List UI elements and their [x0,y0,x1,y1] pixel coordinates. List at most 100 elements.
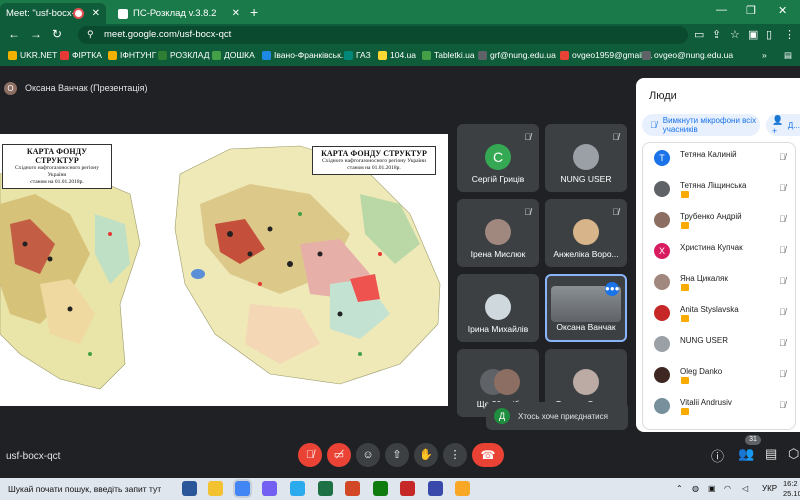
new-tab-icon[interactable]: + [250,4,258,20]
more-bookmarks-icon[interactable]: » [762,50,767,60]
reload-icon[interactable]: ↻ [52,27,62,41]
app-tray-icon[interactable]: ▣ [708,484,716,493]
maximize-icon[interactable]: ❐ [746,4,756,17]
bookmark[interactable]: ovgeo@nung.edu.ua [642,50,733,60]
app-icon[interactable] [400,481,415,496]
participant-name: NUNG USER [560,174,612,184]
language-indicator[interactable]: УКР [762,484,777,493]
bookmark[interactable]: 104.ua [378,50,416,60]
presentation-slide[interactable]: КАРТА ФОНДУ СТРУКТУР Східного нафтогазон… [0,134,448,406]
sidebar-icon[interactable]: ▯ [766,28,772,41]
mic-off-icon[interactable]: 🎙̸ [779,245,786,255]
all-bookmarks-icon[interactable]: ▤ [784,50,792,61]
viber-icon[interactable] [262,481,277,496]
emoji-button[interactable]: ☺ [356,443,380,467]
info-icon[interactable]: ⓘ [711,446,724,465]
site-info-icon[interactable]: ⚲ [87,29,94,40]
participant-tile[interactable]: 🎙̸ Ірена Мислюк [457,199,539,267]
participant-name: Ірина Михайлів [467,324,529,334]
leave-call-button[interactable]: ☎ [472,443,504,467]
participant-tile[interactable]: Ірина Михайлів [457,274,539,342]
file-explorer-icon[interactable] [208,481,223,496]
close-icon[interactable]: ✕ [92,8,100,19]
bookmark[interactable]: UKR.NET [8,50,57,60]
participant-tile[interactable]: 🎙̸ Анжеліка Воро... [545,199,627,267]
more-options-button[interactable]: ⋮ [443,443,467,467]
mic-off-icon[interactable]: 🎙̸ [779,152,786,162]
add-people-button[interactable]: 👤+ Д... [766,114,800,136]
participant-tile[interactable]: 🎙̸ NUNG USER [545,124,627,192]
list-item[interactable]: Х Христина Купчак 🎙̸ [643,238,795,264]
participant-tile[interactable]: 🎙̸ С Сергій Гриців [457,124,539,192]
tab-meet[interactable]: Meet: "usf-bocx-qct" ✕ [0,3,106,24]
bookmark[interactable]: ГАЗ [344,50,371,60]
bookmark[interactable]: ovgeo1959@gmail.... [560,50,652,60]
list-item[interactable]: Трубенко Андрій 🎙̸ [643,207,795,233]
tab-schedule[interactable]: ПС-Розклад v.3.8.2 ✕ [112,3,246,24]
participant-list: Т Тетяна Калиній 🎙̸ Тетяна Ліщинська 🎙̸ … [642,142,796,430]
minimize-icon[interactable]: — [716,4,727,16]
app-icon[interactable] [373,481,388,496]
powerpoint-icon[interactable] [345,481,360,496]
participant-tile-active-speaker[interactable]: ●●● Оксана Ванчак [545,274,627,342]
wifi-icon[interactable]: ◠ [724,484,731,493]
raise-hand-button[interactable]: ✋ [414,443,438,467]
list-item[interactable]: Oleg Danko 🎙̸ [643,362,795,388]
bookmark[interactable]: ДОШКА [212,50,255,60]
mute-all-button[interactable]: 🎙̸ Вимкнути мікрофони всіх учасників [642,114,760,136]
mic-off-icon[interactable]: 🎙̸ [779,369,786,379]
list-item[interactable]: Anita Styslavska 🎙̸ [643,300,795,326]
mic-off-icon[interactable]: 🎙̸ [779,400,786,410]
bookmark[interactable]: ФІРТКА [60,50,102,60]
star-icon[interactable]: ☆ [730,28,740,41]
bookmark[interactable]: Івано-Франківськ... [262,50,348,60]
word-icon[interactable] [182,481,197,496]
back-icon[interactable]: ← [8,27,20,41]
join-request-toast[interactable]: Д Хтось хоче приєднатися [486,402,628,430]
forward-icon[interactable]: → [30,27,42,41]
list-item[interactable]: Т Тетяна Калиній 🎙̸ [643,145,795,171]
present-button[interactable]: ⇧ [385,443,409,467]
bookmark[interactable]: grf@nung.edu.ua [478,50,556,60]
activities-icon[interactable]: ⬡ [788,446,799,462]
people-panel: Люди 🎙̸ Вимкнути мікрофони всіх учасникі… [636,78,800,432]
hangup-icon: ☎ [480,448,496,462]
camera-toggle-button[interactable]: ▭̸ [327,443,351,467]
list-item[interactable]: Тетяна Ліщинська 🎙̸ [643,176,795,202]
app-icon[interactable] [455,481,470,496]
excel-icon[interactable] [318,481,333,496]
telegram-icon[interactable] [290,481,305,496]
url-field[interactable]: ⚲ meet.google.com/usf-bocx-qct [78,26,688,44]
app-icon[interactable] [428,481,443,496]
close-icon[interactable]: ✕ [232,8,240,19]
participant-name: Христина Купчак [680,243,743,252]
mic-off-icon[interactable]: 🎙̸ [779,338,786,348]
chat-icon[interactable]: ▤ [765,446,777,462]
window-close-icon[interactable]: ✕ [778,4,787,17]
clock[interactable]: 16:2 25.10. [783,479,800,499]
bookmark[interactable]: РОЗКЛАД [158,50,209,60]
menu-icon[interactable]: ⋮ [784,28,795,41]
list-item[interactable]: Vitalii Andrusiv 🎙̸ [643,393,795,419]
volume-icon[interactable]: ◁ [742,484,748,493]
taskbar-search[interactable]: Шукай почати пошук, введіть запит тут [4,482,172,497]
network-icon[interactable]: ◍ [692,484,699,493]
speaking-icon: ●●● [605,282,620,296]
participant-name: Vitalii Andrusiv [680,398,732,407]
chevron-up-icon[interactable]: ⌃ [676,484,683,493]
list-item[interactable]: NUNG USER 🎙̸ [643,331,795,357]
bookmark[interactable]: ІФНТУНГ [108,50,156,60]
list-item[interactable]: Яна Цикаляк 🎙̸ [643,269,795,295]
bookmark-icon [378,50,387,60]
mic-off-icon[interactable]: 🎙̸ [779,307,786,317]
mic-off-icon[interactable]: 🎙̸ [779,276,786,286]
bookmark[interactable]: Tabletki.ua [422,50,475,60]
mic-off-icon[interactable]: 🎙̸ [779,214,786,224]
people-icon[interactable]: 👥 [738,446,754,462]
chrome-icon[interactable] [235,481,250,496]
camera-icon[interactable]: ▭ [694,28,704,41]
mic-off-icon[interactable]: 🎙̸ [779,183,786,193]
mic-toggle-button[interactable]: 🎙̸ [298,443,322,467]
share-icon[interactable]: ⇪ [712,28,721,41]
extension-icon[interactable]: ▣ [748,28,758,41]
